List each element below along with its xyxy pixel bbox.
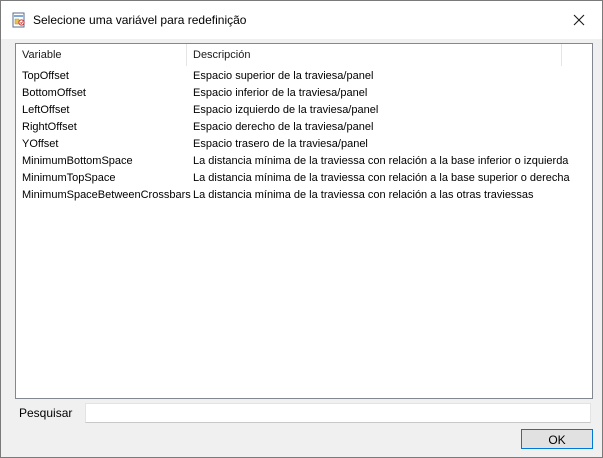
variable-description: La distancia mínima de la traviessa con … (193, 189, 534, 201)
variable-name: RightOffset (22, 121, 77, 133)
variable-description: Espacio trasero de la traviesa/panel (193, 138, 368, 150)
list-item[interactable]: MinimumTopSpace La distancia mínima de la… (16, 170, 592, 187)
list-item[interactable]: TopOffset Espacio superior de la traviesa… (16, 68, 592, 85)
variable-description: Espacio inferior de la traviesa/panel (193, 87, 368, 99)
variable-name: BottomOffset (22, 87, 86, 99)
ok-button[interactable]: OK (521, 429, 593, 449)
list-item[interactable]: YOffset Espacio trasero de la traviesa/pa… (16, 136, 592, 153)
list-rows: TopOffset Espacio superior de la traviesa… (16, 68, 592, 204)
list-item[interactable]: LeftOffset Espacio izquierdo de la travie… (16, 102, 592, 119)
list-item[interactable]: BottomOffset Espacio inferior de la travi… (16, 85, 592, 102)
list-item[interactable]: RightOffset Espacio derecho de la travies… (16, 119, 592, 136)
variable-description: Espacio derecho de la traviesa/panel (193, 121, 374, 133)
variable-list[interactable]: Variable Descripción TopOffset Espacio su… (15, 43, 593, 399)
search-input[interactable] (85, 403, 591, 423)
window-title: Selecione uma variável para redefinição (33, 13, 247, 27)
variable-name: YOffset (22, 138, 59, 150)
app-document-icon (11, 12, 27, 28)
list-item[interactable]: MinimumBottomSpace La distancia mínima de… (16, 153, 592, 170)
variable-description: La distancia mínima de la traviessa con … (193, 155, 569, 167)
close-icon (573, 14, 585, 26)
variable-name: MinimumSpaceBetweenCrossbars (22, 189, 191, 201)
list-item[interactable]: MinimumSpaceBetweenCrossbars La distancia… (16, 187, 592, 204)
column-header-description[interactable]: Descripción (187, 44, 562, 66)
variable-description: La distancia mínima de la traviessa con … (193, 172, 570, 184)
variable-name: MinimumBottomSpace (22, 155, 133, 167)
list-header: Variable Descripción (16, 44, 592, 66)
column-header-variable[interactable]: Variable (16, 44, 187, 66)
variable-name: LeftOffset (22, 104, 70, 116)
variable-description: Espacio superior de la traviesa/panel (193, 70, 374, 82)
variable-name: MinimumTopSpace (22, 172, 116, 184)
title-bar: Selecione uma variável para redefinição (1, 1, 602, 39)
dialog-window: Selecione uma variável para redefinição … (0, 0, 603, 458)
search-label: Pesquisar (19, 406, 73, 420)
variable-description: Espacio izquierdo de la traviesa/panel (193, 104, 379, 116)
close-button[interactable] (556, 1, 602, 39)
variable-name: TopOffset (22, 70, 69, 82)
